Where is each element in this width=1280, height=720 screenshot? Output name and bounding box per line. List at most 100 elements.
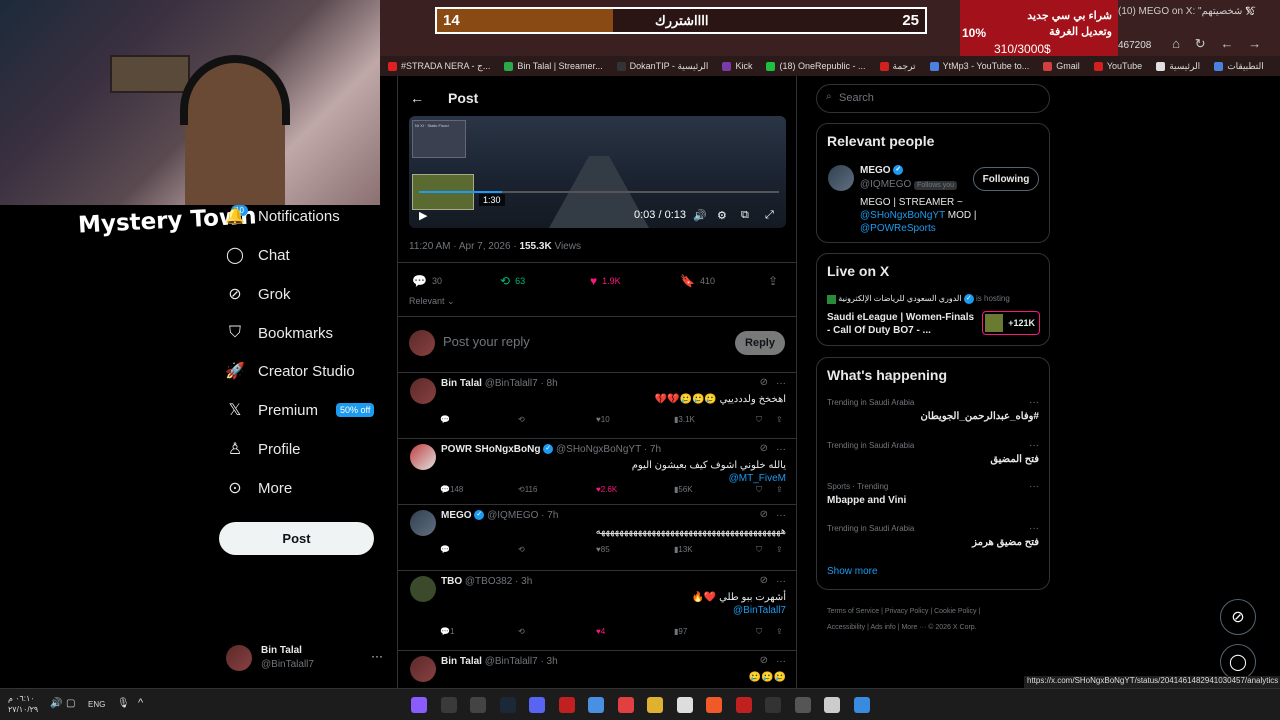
repost-action[interactable]: ⟲: [518, 627, 525, 636]
live-title[interactable]: Saudi eLeague | Women-Finals - Call Of D…: [827, 311, 977, 337]
more-dots-icon[interactable]: ···: [1029, 481, 1039, 492]
bookmark-item[interactable]: ترجمة: [879, 61, 916, 72]
steam-icon[interactable]: [499, 697, 516, 713]
app-icon[interactable]: [440, 697, 457, 713]
reply-item[interactable]: POWR SHoNgxBoNg ✓ @SHoNgxBoNgYT · 7h ⊘ ···…: [398, 439, 796, 505]
avatar[interactable]: [410, 444, 436, 470]
reply-mention[interactable]: @MT_FiveM: [729, 473, 786, 484]
reload-icon[interactable]: ↻: [1195, 36, 1206, 51]
more-dots-icon[interactable]: ···: [1029, 523, 1039, 534]
chevron-up-icon[interactable]: ^: [138, 697, 143, 709]
back-arrow-icon[interactable]: ←: [410, 90, 424, 106]
like-action[interactable]: ♥ 2.6K: [596, 485, 617, 494]
repost-action[interactable]: ⟲ 116: [518, 485, 537, 494]
fullscreen-icon[interactable]: ⤢: [765, 209, 774, 222]
like-action[interactable]: ♥ 4: [596, 627, 605, 636]
reply-action[interactable]: 💬 1: [440, 627, 454, 636]
reply-item[interactable]: TBO @TBO382 · 3h ⊘ ··· أشهرت ببو طلي ❤️🔥 @Bi…: [398, 571, 796, 651]
app-icon[interactable]: [558, 697, 575, 713]
video-progress-bar[interactable]: [419, 191, 779, 193]
nav-item-bookmarks[interactable]: ⛉ Bookmarks: [226, 320, 333, 346]
bio-link[interactable]: @POWReSports: [860, 223, 936, 234]
repost-action[interactable]: ⟲: [518, 545, 525, 554]
bookmark-item[interactable]: الرئيسية: [1156, 61, 1200, 72]
forward-icon[interactable]: →: [1248, 36, 1261, 51]
back-icon[interactable]: ←: [1220, 36, 1233, 51]
grok-fab[interactable]: ⊘: [1220, 599, 1256, 635]
more-dots-icon[interactable]: ···: [776, 576, 786, 587]
reply-item[interactable]: Bin Talal @BinTalall7 · 3h ⊘ ··· 🥲🥲🥲: [398, 651, 796, 688]
brave-icon[interactable]: [706, 697, 722, 713]
play-icon[interactable]: ▶: [419, 209, 427, 222]
language-indicator[interactable]: ENG: [88, 700, 105, 709]
bookmark-item[interactable]: Gmail: [1043, 61, 1080, 71]
bookmark-action[interactable]: 🔖 410: [680, 274, 715, 288]
microphone-icon[interactable]: 🎙: [117, 698, 130, 709]
bookmark-item[interactable]: YouTube: [1093, 61, 1142, 71]
live-listener-count[interactable]: +121K: [982, 311, 1040, 335]
folder-icon[interactable]: [647, 697, 663, 713]
footer-links[interactable]: Accessibility | Ads info | More ··· © 20…: [827, 620, 1047, 636]
reply-item[interactable]: MEGO ✓ @IQMEGO · 7h ⊘ ··· ههههههههههههههههه…: [398, 505, 796, 571]
app-icon[interactable]: [617, 697, 634, 713]
bookmark-icon[interactable]: ⛉: [756, 627, 762, 637]
nav-item-grok[interactable]: ⊘ Grok: [226, 281, 290, 307]
store-icon[interactable]: [824, 697, 840, 713]
repost-action[interactable]: ⟲: [518, 415, 525, 424]
reply-action[interactable]: 💬: [440, 545, 450, 554]
reply-action[interactable]: 💬 148: [440, 485, 463, 494]
app-icon[interactable]: [794, 697, 811, 713]
views-action[interactable]: ▮ 13K: [674, 545, 693, 554]
windows-start-icon[interactable]: [853, 697, 870, 713]
reply-author[interactable]: TBO: [441, 576, 462, 587]
reply-action[interactable]: 💬: [440, 415, 450, 424]
views-action[interactable]: ▮ 56K: [674, 485, 693, 494]
nav-item-creator-studio[interactable]: 🚀 Creator Studio: [225, 358, 355, 384]
account-switcher[interactable]: Bin Talal @BinTalall7 ···: [226, 644, 386, 674]
video-player[interactable]: NI XI · Static Flood 1:30 ▶ 0:03 / 0:13 …: [409, 116, 786, 228]
picture-in-picture-icon[interactable]: ⧉: [741, 209, 749, 222]
bookmark-item[interactable]: #STRADA NERA - ج...: [388, 61, 490, 72]
browser-tab[interactable]: (10) MEGO on X: "؟؟ شخصيتهم 𝕏: [1118, 6, 1280, 22]
file-icon[interactable]: [676, 697, 693, 713]
grok-icon[interactable]: ⊘: [760, 377, 768, 388]
home-icon[interactable]: ⌂: [1172, 36, 1180, 51]
reply-item[interactable]: Bin Talal @BinTalall7 · 8h ⊘ ··· اهخخخ ولدد…: [398, 373, 796, 439]
footer-links[interactable]: Terms of Service | Privacy Policy | Cook…: [827, 604, 1047, 620]
bookmark-item[interactable]: (18) OneRepublic - ...: [766, 61, 866, 71]
more-dots-icon[interactable]: ···: [371, 649, 383, 663]
bookmark-icon[interactable]: ⛉: [756, 485, 762, 495]
reply-author[interactable]: POWR SHoNgxBoNg: [441, 444, 540, 455]
views-action[interactable]: ▮ 97: [674, 627, 687, 636]
volume-icon[interactable]: 🔊: [693, 209, 707, 222]
more-dots-icon[interactable]: ···: [776, 444, 786, 455]
more-dots-icon[interactable]: ···: [1029, 440, 1039, 451]
bookmark-item[interactable]: DokanTIP - الرئيسية: [616, 61, 708, 72]
more-dots-icon[interactable]: ···: [1029, 397, 1039, 408]
avatar[interactable]: [410, 576, 436, 602]
reply-author[interactable]: MEGO: [441, 510, 472, 521]
person-name[interactable]: MEGO ✓: [860, 165, 904, 176]
post-button[interactable]: Post: [219, 522, 374, 555]
repost-action[interactable]: ⟲ 63: [500, 274, 525, 288]
share-icon[interactable]: ⇪: [776, 485, 783, 494]
following-button[interactable]: Following: [973, 167, 1039, 191]
share-icon[interactable]: ⇪: [776, 545, 783, 554]
app-icon[interactable]: [411, 697, 427, 713]
avatar[interactable]: [410, 510, 436, 536]
search-input[interactable]: Search: [816, 84, 1050, 113]
grok-icon[interactable]: ⊘: [760, 509, 768, 520]
share-icon[interactable]: ⇪: [776, 627, 783, 636]
settings-gear-icon[interactable]: ⚙: [717, 209, 727, 222]
bookmark-item[interactable]: YtMp3 - YouTube to...: [929, 61, 1029, 71]
discord-icon[interactable]: [529, 697, 545, 713]
nav-item-premium[interactable]: 𝕏 Premium 50% off: [226, 397, 375, 423]
reply-author[interactable]: Bin Talal: [441, 656, 482, 667]
capcut-icon[interactable]: [765, 697, 781, 713]
trend-item[interactable]: Trending in Saudi Arabia ··· #وفاه_عبدالرح…: [817, 397, 1049, 436]
reply-input[interactable]: Post your reply: [443, 334, 530, 349]
taskbar-clock[interactable]: ٠٦:١٠ م ٢٧/١٠/٢٩: [8, 693, 38, 715]
bookmark-item[interactable]: التطبيقات: [1214, 61, 1264, 72]
share-icon[interactable]: ⇪: [768, 274, 778, 288]
nav-item-notifications[interactable]: 🔔 Notifications: [225, 203, 340, 229]
